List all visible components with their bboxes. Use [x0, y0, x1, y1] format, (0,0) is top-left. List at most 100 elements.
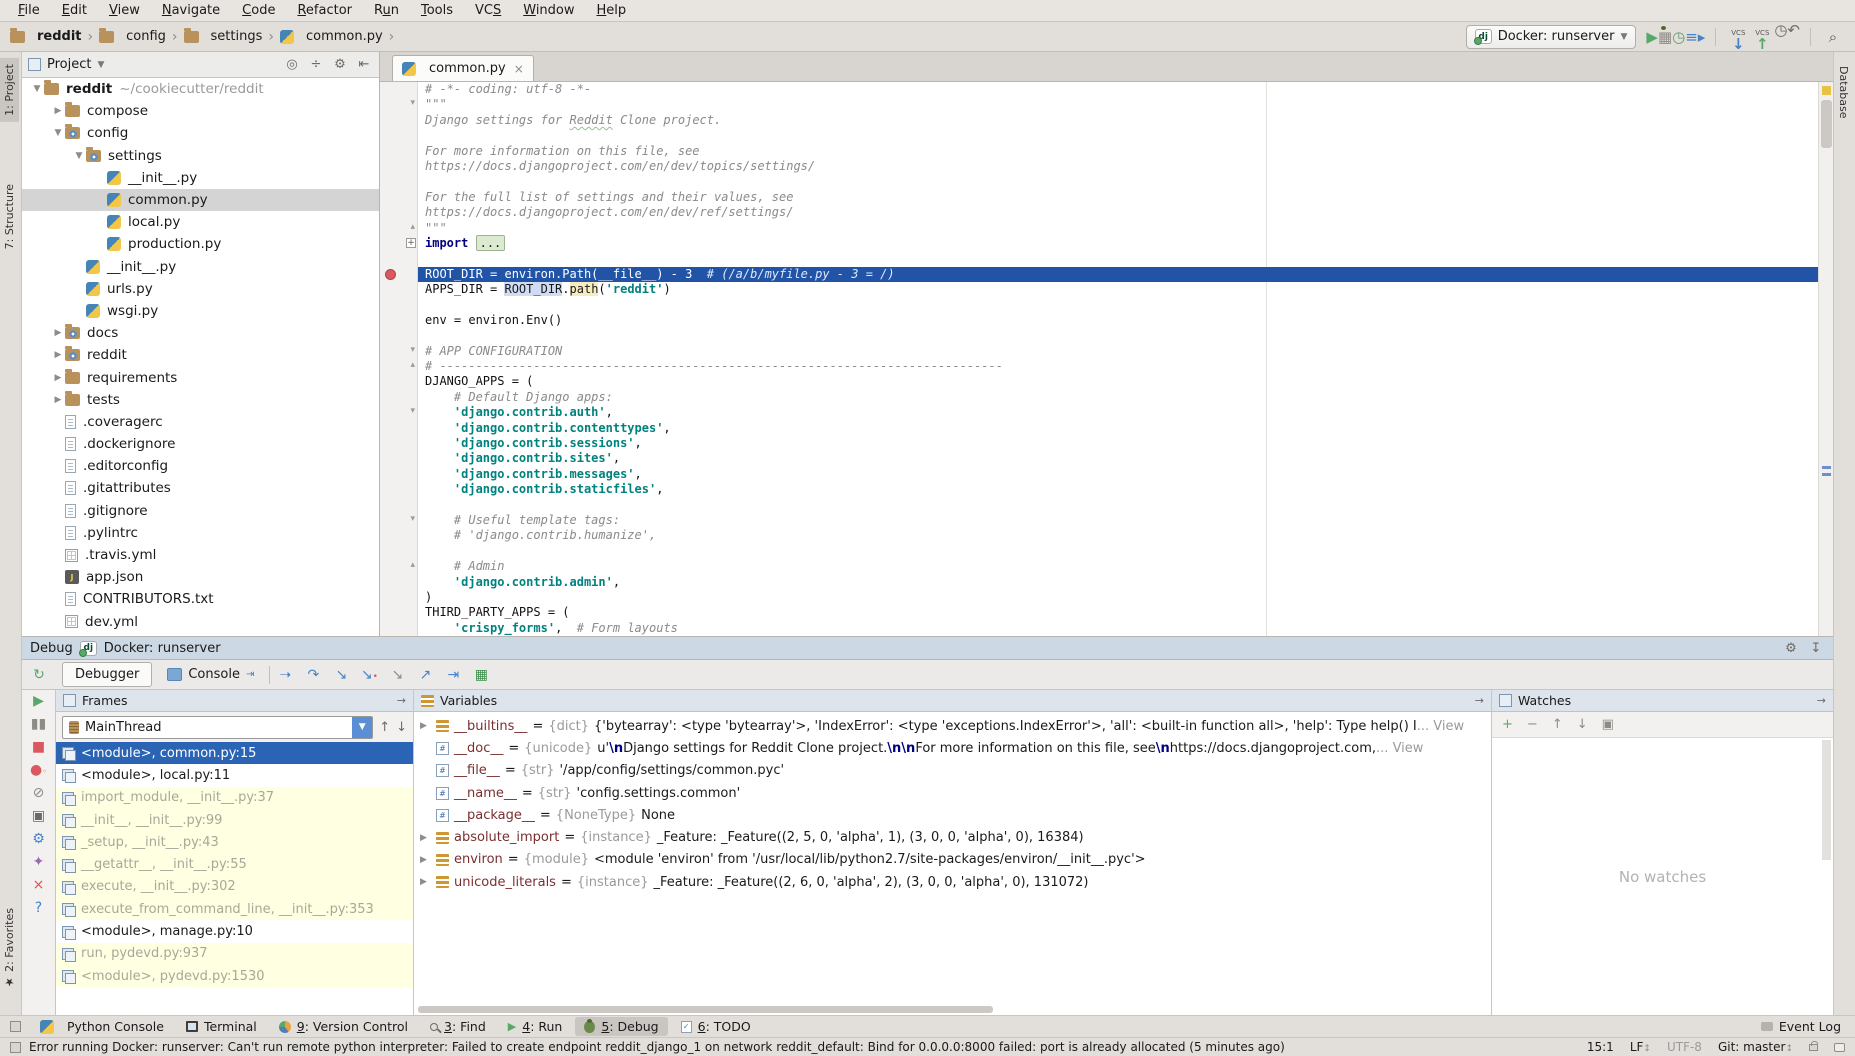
tree-item-docs[interactable]: ▶docs	[22, 322, 379, 344]
fold-collapse-icon[interactable]: ▾	[410, 406, 415, 416]
add-watch-icon[interactable]: +	[1502, 717, 1513, 732]
code-line[interactable]: https://docs.djangoproject.com/en/dev/re…	[418, 205, 1818, 220]
chevron-collapsed-icon[interactable]: ▶	[51, 106, 65, 116]
code-line[interactable]: DJANGO_APPS = (	[418, 374, 1818, 389]
chevron-collapsed-icon[interactable]: ▶	[420, 721, 431, 731]
tree-item-settings[interactable]: ▼settings	[22, 145, 379, 167]
tree-item-gitignore[interactable]: .gitignore	[22, 500, 379, 522]
breakpoint-icon[interactable]	[385, 269, 396, 280]
scrollbar-thumb[interactable]	[1822, 740, 1831, 860]
frame-row[interactable]: import_module, __init__.py:37	[56, 787, 413, 809]
tree-item-travisyml[interactable]: .travis.yml	[22, 544, 379, 566]
tool-windows-icon[interactable]	[10, 1021, 21, 1032]
tree-item-pylintrc[interactable]: .pylintrc	[22, 522, 379, 544]
code-line[interactable]: # Useful template tags:	[418, 513, 1818, 528]
variable-row[interactable]: #__name__={str} 'config.settings.common'	[414, 782, 1491, 804]
chevron-collapsed-icon[interactable]: ▶	[51, 373, 65, 383]
tree-item-compose[interactable]: ▶compose	[22, 100, 379, 122]
collapse-all-icon[interactable]: ÷	[307, 57, 325, 72]
variable-row[interactable]: ▶absolute_import={instance} _Feature: _F…	[414, 826, 1491, 848]
force-step-into-icon[interactable]: ↘	[384, 667, 410, 683]
tree-item-tests[interactable]: ▶tests	[22, 389, 379, 411]
settings-icon[interactable]: ⚙	[331, 57, 349, 72]
tree-item-productionpy[interactable]: production.py	[22, 233, 379, 255]
tool-tab-python-console[interactable]: Python Console	[31, 1017, 173, 1036]
locate-icon[interactable]: ◎	[283, 57, 301, 72]
hector-icon[interactable]	[1834, 1043, 1845, 1052]
step-out-icon[interactable]: ↗	[412, 667, 438, 683]
close-icon[interactable]: ×	[29, 878, 49, 892]
hide-panel-icon[interactable]: ⇤	[355, 57, 373, 72]
variable-row[interactable]: ▶__builtins__={dict} {'bytearray': <type…	[414, 715, 1491, 737]
code-line[interactable]	[418, 297, 1818, 312]
lock-icon[interactable]	[1809, 1044, 1818, 1051]
line-separator-indicator[interactable]: LF↕	[1630, 1040, 1651, 1054]
move-up-icon[interactable]: ↑	[1552, 717, 1563, 732]
horizontal-scrollbar[interactable]	[418, 1006, 993, 1013]
code-line[interactable]: )	[418, 590, 1818, 605]
chevron-collapsed-icon[interactable]: ▶	[420, 877, 431, 887]
code-line[interactable]: """	[418, 97, 1818, 112]
step-into-my-code-icon[interactable]: ↘•	[356, 667, 382, 683]
debugger-settings-icon[interactable]: ⚙	[29, 832, 49, 846]
duplicate-watch-icon[interactable]: ▣	[1602, 717, 1614, 732]
frame-row[interactable]: <module>, common.py:15	[56, 742, 413, 764]
menu-item-edit[interactable]: Edit	[52, 2, 97, 19]
stripe-tab-favorites[interactable]: ★ 2: Favorites	[0, 902, 19, 994]
tool-tab-find[interactable]: 3: Find	[421, 1017, 495, 1036]
run-button[interactable]: ▶	[1646, 28, 1658, 46]
code-line[interactable]: 'django.contrib.admin',	[418, 575, 1818, 590]
view-link[interactable]: ... View	[1376, 741, 1423, 756]
frame-row[interactable]: execute_from_command_line, __init__.py:3…	[56, 898, 413, 920]
chevron-collapsed-icon[interactable]: ▶	[420, 855, 431, 865]
code-line[interactable]: # -*- coding: utf-8 -*-	[418, 82, 1818, 97]
vcs-commit-button[interactable]: VCS↑	[1750, 30, 1774, 52]
code-line[interactable]: For more information on this file, see	[418, 144, 1818, 159]
pause-icon[interactable]: ▮▮	[29, 717, 49, 731]
fold-end-icon[interactable]: ▴	[410, 560, 415, 570]
settings-icon[interactable]: ⚙	[1782, 641, 1800, 656]
tree-item-__init__py[interactable]: __init__.py	[22, 256, 379, 278]
tree-item-requirements[interactable]: ▶requirements	[22, 366, 379, 388]
menu-item-vcs[interactable]: VCS	[465, 2, 511, 19]
code-line[interactable]: env = environ.Env()	[418, 313, 1818, 328]
code-line[interactable]: 'django.contrib.messages',	[418, 467, 1818, 482]
code-line[interactable]: # Default Django apps:	[418, 390, 1818, 405]
chevron-expanded-icon[interactable]: ▼	[51, 128, 65, 138]
fold-end-icon[interactable]: ▴	[410, 360, 415, 370]
code-line[interactable]: # Admin	[418, 559, 1818, 574]
code-line[interactable]	[418, 128, 1818, 143]
editor-scrollbar[interactable]	[1818, 82, 1833, 636]
code-line[interactable]: THIRD_PARTY_APPS = (	[418, 605, 1818, 620]
scrollbar-thumb[interactable]	[1821, 100, 1832, 148]
frame-row[interactable]: <module>, manage.py:10	[56, 920, 413, 942]
variable-row[interactable]: #__file__={str} '/app/config/settings/co…	[414, 760, 1491, 782]
code-line[interactable]: 'django.contrib.contenttypes',	[418, 421, 1818, 436]
tool-tab-debug[interactable]: 5: Debug	[575, 1017, 667, 1036]
move-down-icon[interactable]: ↓	[1577, 717, 1588, 732]
menu-item-refactor[interactable]: Refactor	[287, 2, 362, 19]
mute-breakpoints-icon[interactable]: ⊘	[29, 786, 49, 800]
resume-icon[interactable]: ▶	[29, 694, 49, 708]
chevron-collapsed-icon[interactable]: ▶	[51, 395, 65, 405]
frame-row[interactable]: run, pydevd.py:937	[56, 943, 413, 965]
hide-panel-icon[interactable]: ↧	[1807, 641, 1825, 656]
menu-item-tools[interactable]: Tools	[411, 2, 463, 19]
chevron-down-icon[interactable]: ▼	[97, 60, 104, 70]
tree-item-dockerignore[interactable]: .dockerignore	[22, 433, 379, 455]
variable-row[interactable]: ▶unicode_literals={instance} _Feature: _…	[414, 871, 1491, 893]
code-editor[interactable]: # -*- coding: utf-8 -*-"""Django setting…	[418, 82, 1818, 636]
debug-tab-debugger[interactable]: Debugger	[62, 662, 152, 687]
float-panel-icon[interactable]: →	[1475, 694, 1484, 707]
code-line[interactable]: For the full list of settings and their …	[418, 190, 1818, 205]
tool-tab-run[interactable]: ▶4: Run	[499, 1017, 572, 1036]
frame-row[interactable]: <module>, pydevd.py:1530	[56, 965, 413, 987]
tree-item-appjson[interactable]: Japp.json	[22, 566, 379, 588]
stripe-tab-project[interactable]: 1: Project	[0, 58, 19, 122]
tree-item-urlspy[interactable]: urls.py	[22, 278, 379, 300]
tree-item-gitattributes[interactable]: .gitattributes	[22, 477, 379, 499]
view-link[interactable]: ... View	[1417, 719, 1464, 734]
fold-expand-icon[interactable]: +	[406, 238, 416, 248]
search-everywhere-button[interactable]: ⌕	[1821, 28, 1845, 46]
tool-tab-terminal[interactable]: Terminal	[177, 1017, 266, 1036]
